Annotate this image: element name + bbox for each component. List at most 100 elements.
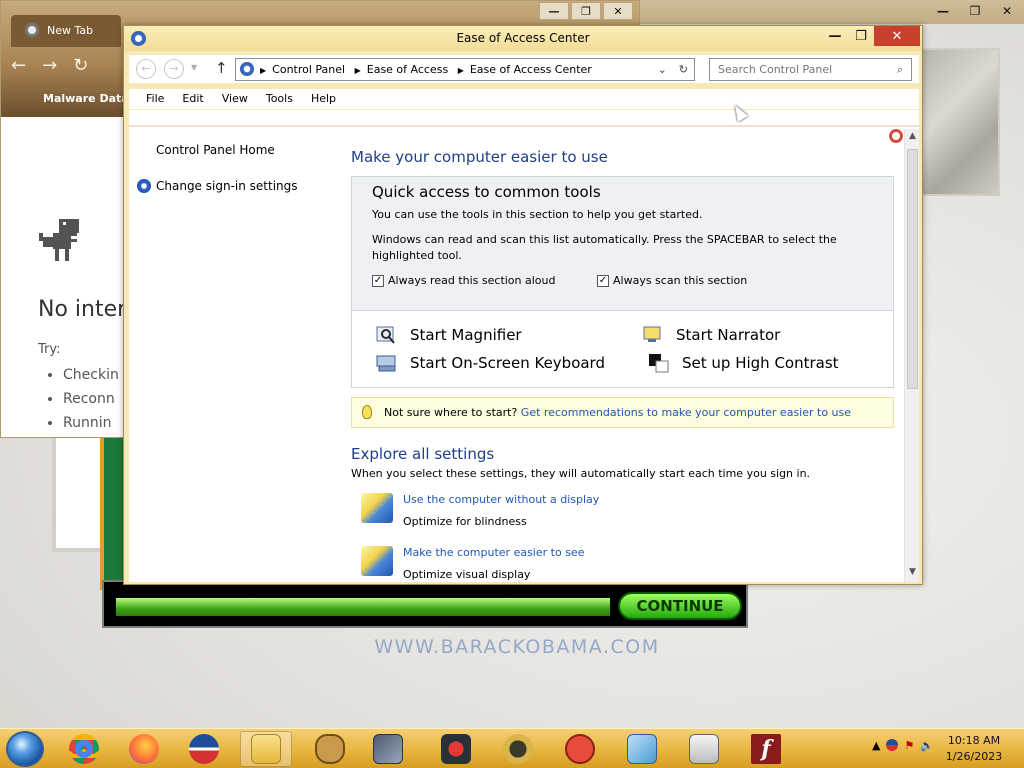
clock-time: 10:18 AM [947,734,1001,747]
p-logo-icon [565,734,595,764]
show-hidden-icons-icon[interactable]: ▲ [872,739,880,752]
maximize-button[interactable]: ❐ [848,26,874,46]
taskbar-money-app[interactable] [304,731,356,767]
monitor-icon [361,493,393,523]
forward-button[interactable]: → [164,59,184,79]
taskbar-flash[interactable]: f [740,731,792,767]
scroll-thumb[interactable] [907,149,918,389]
taskbar-firefox[interactable] [118,731,170,767]
list-item: Checkin [63,363,119,387]
close-button[interactable]: ✕ [992,1,1022,21]
recommendation-banner: Not sure where to start? Get recommendat… [351,397,894,428]
keyboard-icon [376,355,396,372]
clock-date: 1/26/2023 [945,750,1003,763]
menu-edit[interactable]: Edit [182,89,203,109]
list-item: Runnin [63,411,119,435]
eoa-titlebar[interactable]: Ease of Access Center — ❐ ✕ [124,26,922,51]
start-narrator-button[interactable]: Start Narrator [642,325,780,345]
up-arrow-icon[interactable]: ↑ [215,59,228,77]
game-icon [503,734,533,764]
monitor-icon [361,546,393,576]
easier-to-see-description: Optimize visual display [403,568,531,581]
forward-icon[interactable]: → [42,55,57,76]
high-contrast-icon [649,354,669,373]
system-tray: ▲ ⚑ 🔈 [872,739,934,752]
address-row: ← → ▼ ↑ ▶ Control Panel ▶ Ease of Access ▶… [129,55,919,83]
explore-heading: Explore all settings [351,445,495,463]
taskbar-file-explorer[interactable] [240,731,292,767]
start-magnifier-button[interactable]: Start Magnifier [376,325,522,345]
recent-pages-icon[interactable]: ▼ [191,63,197,72]
address-bar[interactable]: ▶ Control Panel ▶ Ease of Access ▶ Ease of … [235,58,695,81]
chrome-tab-title: New Tab [47,24,94,37]
chrome-minimize-button[interactable]: — [539,2,569,20]
search-icon[interactable]: ⌕ [897,59,903,80]
obama-tray-icon[interactable] [886,739,899,751]
vertical-scrollbar[interactable]: ▲ ▼ [904,129,919,582]
without-display-link[interactable]: Use the computer without a display [403,493,599,506]
volume-icon[interactable]: 🔈 [920,739,934,752]
folder-icon [251,734,281,764]
chrome-tab[interactable]: New Tab [11,15,121,47]
dinosaur-icon [39,219,79,261]
refresh-icon[interactable]: ↻ [679,59,688,80]
control-panel-home-link[interactable]: Control Panel Home [156,143,275,157]
taskbar-obama[interactable] [178,731,230,767]
taskbar: f ▲ ⚑ 🔈 10:18 AM 1/26/2023 [0,728,1024,768]
setup-high-contrast-button[interactable]: Set up High Contrast [648,353,839,373]
breadcrumb-ease-of-access[interactable]: Ease of Access [367,63,448,76]
start-button[interactable] [6,731,44,767]
menu-file[interactable]: File [146,89,164,109]
page-title: Make your computer easier to use [351,148,608,166]
chrome-maximize-button[interactable]: ❐ [571,2,601,20]
dropdown-icon[interactable]: ⌄ [658,59,667,80]
chrome-nav: ← → ↻ [11,55,88,76]
reload-icon[interactable]: ↻ [73,55,88,76]
scroll-down-icon[interactable]: ▼ [905,567,920,577]
menu-tools[interactable]: Tools [266,89,293,109]
desktop-image [918,48,1000,196]
magnifier-icon [376,326,395,344]
minimize-button[interactable]: — [928,1,958,21]
chrome-close-button[interactable]: ✕ [603,2,633,20]
get-recommendations-link[interactable]: Get recommendations to make your compute… [521,406,851,419]
change-signin-settings-link[interactable]: Change sign-in settings [156,179,298,193]
taskbar-printer-app[interactable] [678,731,730,767]
search-input[interactable]: Search Control Panel ⌕ [709,58,912,81]
back-button[interactable]: ← [136,59,156,79]
obama-logo-icon [189,734,219,764]
close-button[interactable]: ✕ [874,26,920,46]
flag-icon[interactable]: ⚑ [904,739,914,752]
clock[interactable]: 10:18 AM 1/26/2023 [934,733,1014,765]
menu-help[interactable]: Help [311,89,336,109]
easier-to-see-link[interactable]: Make the computer easier to see [403,546,584,559]
taskbar-display-app[interactable] [616,731,668,767]
start-onscreen-keyboard-button[interactable]: Start On-Screen Keyboard [376,353,605,373]
read-aloud-checkbox[interactable]: ✓ Always read this section aloud [372,274,556,287]
control-panel-icon [240,62,254,76]
lightbulb-icon [362,405,372,419]
back-icon[interactable]: ← [11,55,26,76]
breadcrumb-control-panel[interactable]: Control Panel [272,63,345,76]
help-icon[interactable] [889,129,903,143]
taskbar-game-app[interactable] [492,731,544,767]
printer-icon [689,734,719,764]
scan-section-checkbox[interactable]: ✓ Always scan this section [597,274,747,287]
taskbar-windows-app[interactable] [362,731,414,767]
search-placeholder: Search Control Panel [718,63,833,76]
breadcrumb-ease-of-access-center[interactable]: Ease of Access Center [470,63,592,76]
scroll-up-icon[interactable]: ▲ [905,131,920,141]
taskbar-angry-birds[interactable] [430,731,482,767]
menu-view[interactable]: View [222,89,248,109]
minimize-button[interactable]: — [822,26,848,46]
ease-of-access-window: Ease of Access Center — ❐ ✕ ← → ▼ ↑ ▶ Con… [123,25,923,585]
quick-access-box: Quick access to common tools You can use… [351,176,894,388]
ad-continue-button[interactable]: CONTINUE [618,592,742,620]
list-item: Reconn [63,387,119,411]
start-magnifier-label: Start Magnifier [410,326,522,344]
taskbar-p-app[interactable] [554,731,606,767]
setup-high-contrast-label: Set up High Contrast [682,354,839,372]
maximize-button[interactable]: ❐ [960,1,990,21]
taskbar-chrome[interactable] [58,731,110,767]
eoa-caption: — ❐ ✕ [822,26,920,46]
